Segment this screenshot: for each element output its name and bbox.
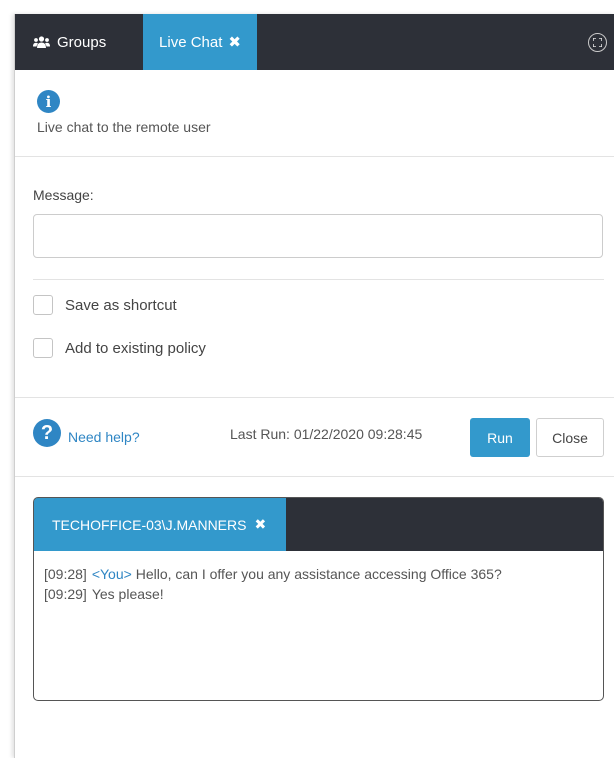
add-policy-label: Add to existing policy — [65, 339, 206, 357]
form-divider — [33, 279, 604, 280]
tab-groups[interactable]: Groups — [15, 14, 143, 70]
tab-live-chat-label: Live Chat — [159, 33, 223, 51]
message-text: Yes please! — [91, 586, 164, 602]
chat-message: [09:29] Yes please! — [44, 585, 583, 603]
info-icon: i — [37, 90, 60, 113]
chat-message: [09:28] <You> Hello, can I offer you any… — [44, 565, 583, 583]
fullscreen-icon — [593, 38, 602, 47]
close-tab-icon[interactable]: ✖ — [228, 33, 241, 51]
message-form: Message: Save as shortcut Add to existin… — [15, 187, 614, 358]
users-icon — [33, 36, 50, 48]
info-description: Live chat to the remote user — [37, 119, 211, 135]
info-section: i Live chat to the remote user — [15, 70, 614, 157]
chat-header: TECHOFFICE-03\J.MANNERS ✖ — [34, 498, 603, 551]
expand-icon[interactable] — [588, 33, 607, 52]
message-label: Message: — [33, 187, 94, 203]
message-text: Hello, can I offer you any assistance ac… — [135, 566, 502, 582]
help-icon[interactable]: ? — [33, 419, 61, 447]
save-shortcut-checkbox[interactable] — [33, 295, 53, 315]
message-time: [09:29] — [44, 586, 87, 602]
top-tab-bar: Groups Live Chat ✖ — [15, 14, 614, 70]
message-input[interactable] — [33, 214, 603, 258]
chat-window: TECHOFFICE-03\J.MANNERS ✖ [09:28] <You> … — [33, 497, 604, 701]
run-button[interactable]: Run — [470, 418, 530, 457]
live-chat-panel: Groups Live Chat ✖ i Live chat to the re… — [14, 14, 614, 758]
close-button[interactable]: Close — [536, 418, 604, 457]
save-shortcut-row[interactable]: Save as shortcut — [33, 295, 604, 315]
last-run-text: Last Run: 01/22/2020 09:28:45 — [230, 426, 423, 442]
chat-session-label: TECHOFFICE-03\J.MANNERS — [52, 516, 247, 533]
add-policy-checkbox[interactable] — [33, 338, 53, 358]
message-content: <You> Hello, can I offer you any assista… — [92, 565, 502, 583]
chat-session-tab[interactable]: TECHOFFICE-03\J.MANNERS ✖ — [34, 498, 286, 551]
need-help-link[interactable]: Need help? — [68, 429, 140, 445]
message-time: [09:28] — [44, 566, 87, 582]
add-policy-row[interactable]: Add to existing policy — [33, 338, 604, 358]
message-sender: <You> — [91, 566, 132, 582]
tab-live-chat[interactable]: Live Chat ✖ — [143, 14, 257, 70]
chat-transcript: [09:28] <You> Hello, can I offer you any… — [34, 551, 603, 603]
save-shortcut-label: Save as shortcut — [65, 296, 177, 314]
tab-groups-label: Groups — [57, 33, 107, 51]
close-session-icon[interactable]: ✖ — [254, 516, 266, 533]
action-bar: ? Need help? Last Run: 01/22/2020 09:28:… — [15, 397, 614, 477]
